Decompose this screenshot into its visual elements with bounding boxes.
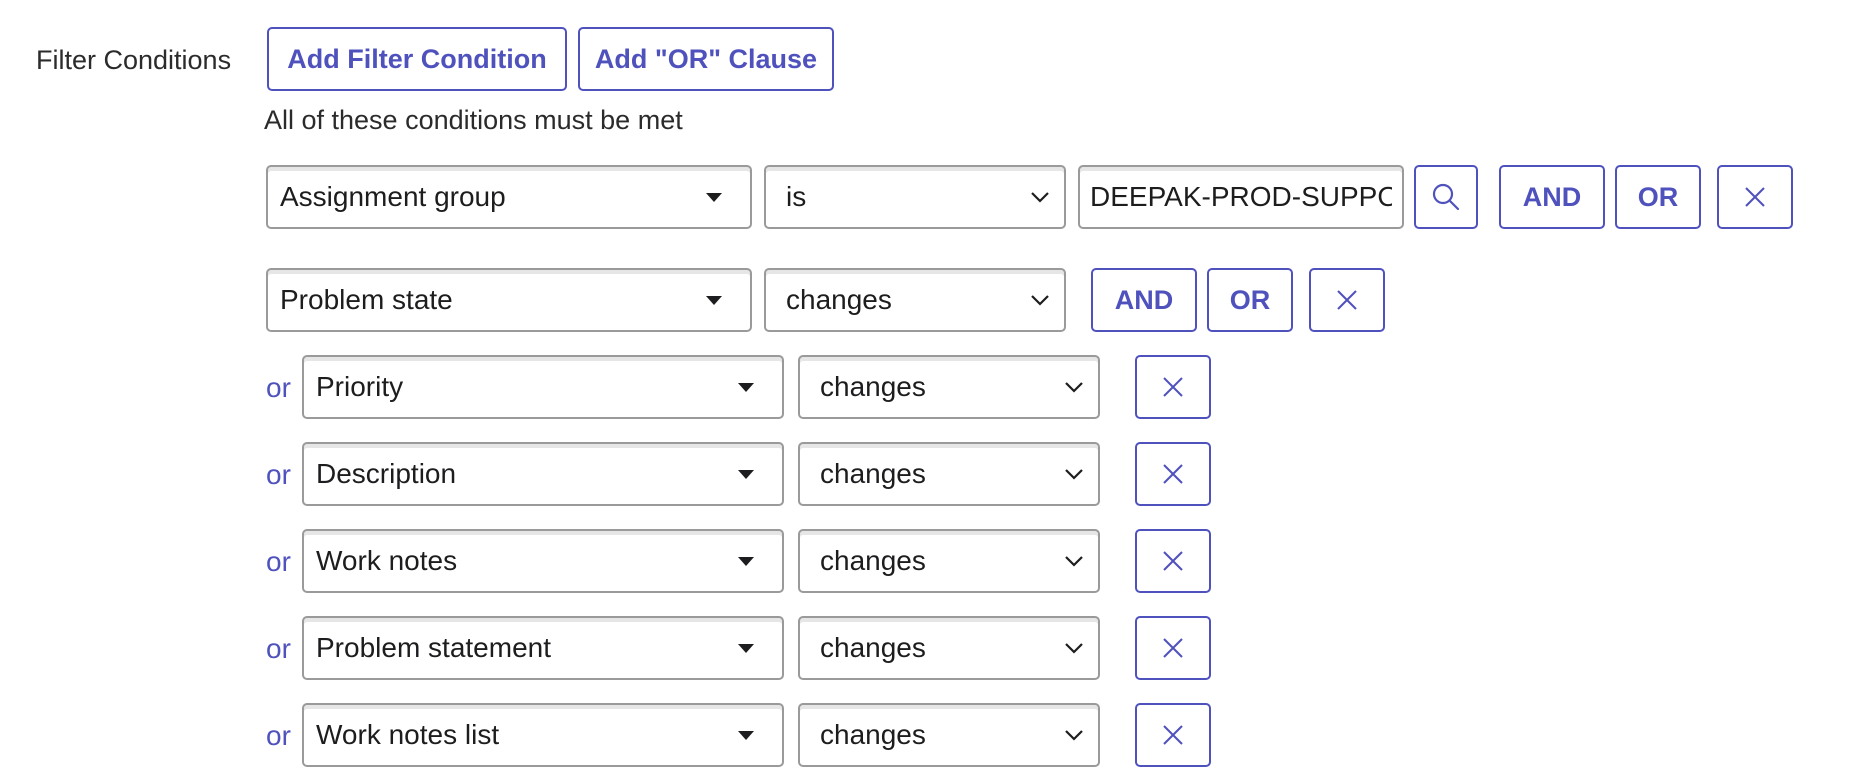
and-button[interactable]: AND: [1499, 165, 1605, 229]
caret-down-icon: [738, 730, 754, 740]
chevron-down-icon: [1065, 556, 1083, 567]
remove-or-condition-button[interactable]: [1135, 355, 1211, 419]
or-button[interactable]: OR: [1615, 165, 1701, 229]
caret-down-icon: [706, 192, 722, 202]
or-field-select[interactable]: Work notes: [302, 529, 784, 593]
caret-down-icon: [738, 556, 754, 566]
or-operator-select[interactable]: changes: [798, 703, 1100, 767]
filter-conditions-label: Filter Conditions: [36, 45, 232, 75]
or-operator-text: changes: [820, 545, 926, 576]
or-field-text: Work notes list: [316, 719, 500, 750]
chevron-down-icon: [1065, 382, 1083, 393]
or-field-text: Work notes: [316, 545, 458, 576]
or-prefix-label: or: [266, 459, 291, 490]
add-filter-condition-button[interactable]: Add Filter Condition: [267, 27, 567, 91]
or-operator-text: changes: [820, 632, 926, 663]
or-field-text: Problem statement: [316, 632, 551, 663]
condition-field-text: Problem state: [280, 284, 453, 315]
or-prefix-label: or: [266, 546, 291, 577]
or-field-text: Description: [316, 458, 457, 489]
or-operator-text: changes: [820, 458, 926, 489]
caret-down-icon: [738, 643, 754, 653]
or-operator-text: changes: [820, 719, 926, 750]
close-icon: [1163, 464, 1183, 484]
caret-down-icon: [706, 295, 722, 305]
or-prefix-label: or: [266, 372, 291, 403]
close-icon: [1163, 551, 1183, 571]
or-operator-select[interactable]: changes: [798, 529, 1100, 593]
close-icon: [1163, 638, 1183, 658]
condition-field-text: Assignment group: [280, 181, 506, 212]
remove-or-condition-button[interactable]: [1135, 616, 1211, 680]
remove-or-condition-button[interactable]: [1135, 529, 1211, 593]
condition-operator-select[interactable]: changes: [764, 268, 1066, 332]
or-operator-select[interactable]: changes: [798, 616, 1100, 680]
search-icon: [1432, 183, 1460, 211]
condition-field-select[interactable]: Problem state: [266, 268, 752, 332]
or-prefix-label: or: [266, 720, 291, 751]
or-field-select[interactable]: Problem statement: [302, 616, 784, 680]
caret-down-icon: [738, 382, 754, 392]
chevron-down-icon: [1065, 643, 1083, 654]
remove-or-condition-button[interactable]: [1135, 442, 1211, 506]
remove-condition-button[interactable]: [1717, 165, 1793, 229]
condition-value-input[interactable]: [1078, 165, 1404, 229]
remove-condition-button[interactable]: [1309, 268, 1385, 332]
or-operator-text: changes: [820, 371, 926, 402]
or-button[interactable]: OR: [1207, 268, 1293, 332]
remove-or-condition-button[interactable]: [1135, 703, 1211, 767]
or-field-select[interactable]: Priority: [302, 355, 784, 419]
chevron-down-icon: [1031, 192, 1049, 203]
or-field-select[interactable]: Description: [302, 442, 784, 506]
close-icon: [1745, 187, 1765, 207]
close-icon: [1163, 725, 1183, 745]
add-or-clause-button[interactable]: Add "OR" Clause: [578, 27, 834, 91]
or-field-select[interactable]: Work notes list: [302, 703, 784, 767]
condition-operator-select[interactable]: is: [764, 165, 1066, 229]
lookup-search-button[interactable]: [1414, 165, 1478, 229]
or-field-text: Priority: [316, 371, 404, 402]
condition-operator-text: is: [786, 181, 807, 212]
chevron-down-icon: [1031, 295, 1049, 306]
chevron-down-icon: [1065, 469, 1083, 480]
caret-down-icon: [738, 469, 754, 479]
chevron-down-icon: [1065, 730, 1083, 741]
close-icon: [1163, 377, 1183, 397]
conditions-note: All of these conditions must be met: [264, 105, 683, 135]
and-button[interactable]: AND: [1091, 268, 1197, 332]
condition-field-select[interactable]: Assignment group: [266, 165, 752, 229]
condition-operator-text: changes: [786, 284, 892, 315]
or-operator-select[interactable]: changes: [798, 355, 1100, 419]
close-icon: [1337, 290, 1357, 310]
or-prefix-label: or: [266, 633, 291, 664]
or-operator-select[interactable]: changes: [798, 442, 1100, 506]
